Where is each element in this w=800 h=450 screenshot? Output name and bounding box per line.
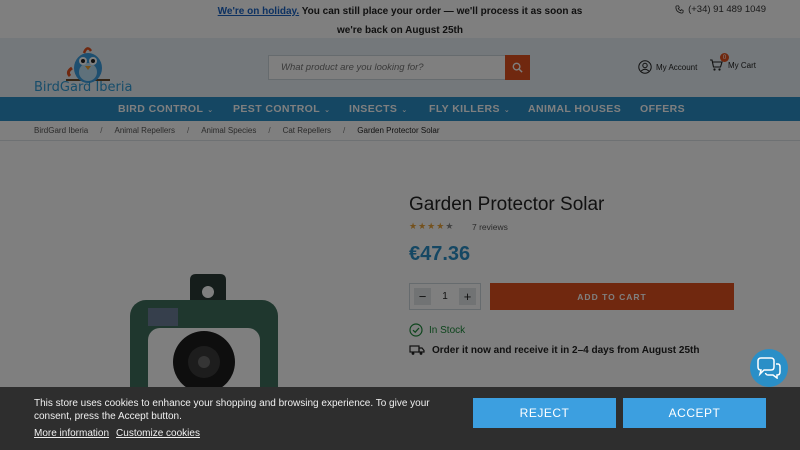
reject-cookies-button[interactable]: REJECT	[473, 398, 616, 428]
more-information-link[interactable]: More information	[34, 428, 109, 439]
accept-cookies-button[interactable]: ACCEPT	[623, 398, 766, 428]
customize-cookies-link[interactable]: Customize cookies	[116, 428, 200, 439]
cookie-dim-overlay	[0, 0, 800, 450]
cookie-message: This store uses cookies to enhance your …	[34, 398, 430, 422]
cookie-banner: This store uses cookies to enhance your …	[0, 387, 800, 450]
chat-button[interactable]	[750, 349, 788, 387]
chat-icon	[757, 357, 781, 379]
cookie-links: More information Customize cookies	[34, 428, 200, 439]
